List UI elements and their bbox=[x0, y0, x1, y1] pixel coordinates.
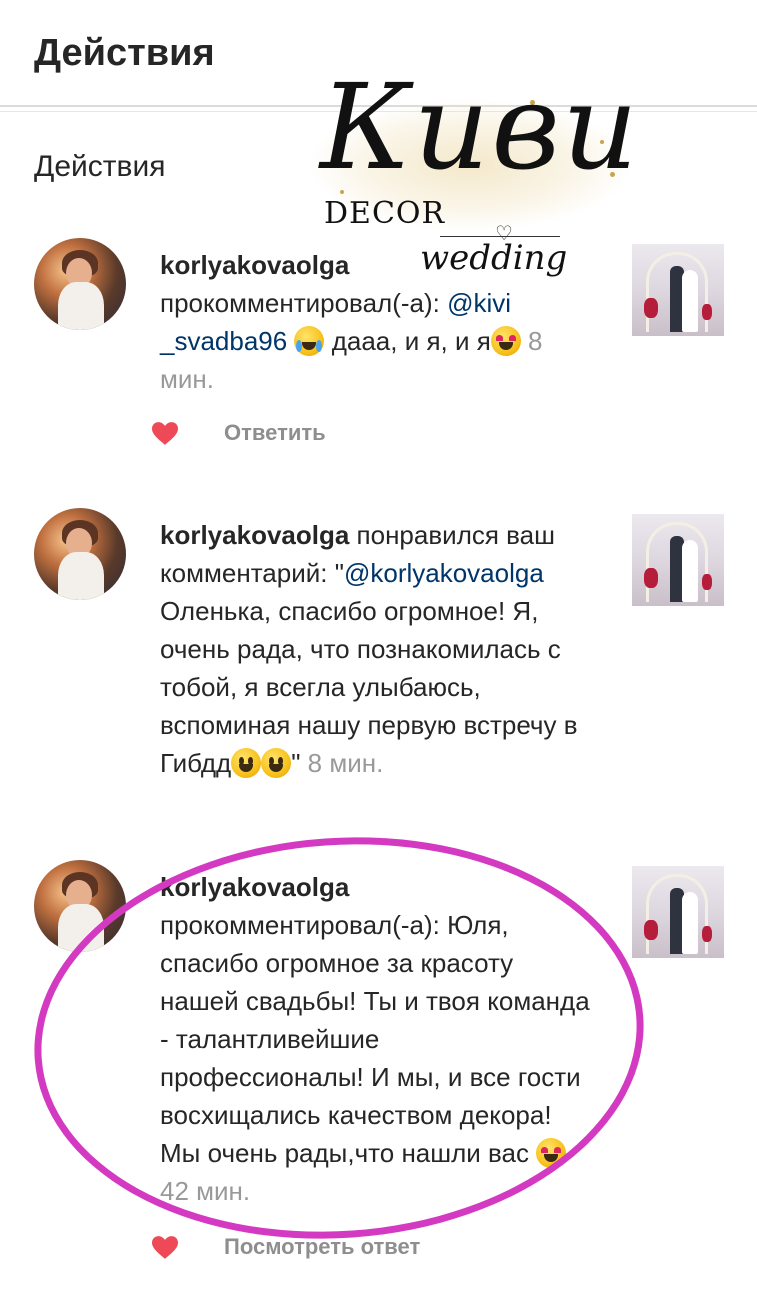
avatar-dress bbox=[58, 552, 104, 600]
heart-eyes-emoji-icon bbox=[490, 326, 521, 356]
post-thumbnail[interactable] bbox=[632, 866, 724, 958]
thumbnail-bride bbox=[682, 270, 698, 332]
notification-text: korlyakovaolga прокомментировал(-а): @ki… bbox=[160, 246, 590, 398]
grinning-emoji-icon bbox=[261, 748, 292, 778]
post-thumbnail[interactable] bbox=[632, 244, 724, 336]
notification-text-b: дааа, и я, и я bbox=[324, 326, 491, 356]
thumbnail-flowers bbox=[644, 298, 658, 318]
thumbnail-bride bbox=[682, 540, 698, 602]
avatar-dress bbox=[58, 282, 104, 330]
avatar[interactable] bbox=[34, 508, 126, 600]
notification-item[interactable]: korlyakovaolga прокомментировал(-а): @ki… bbox=[0, 238, 757, 458]
thumbnail-bride bbox=[682, 892, 698, 954]
reply-button[interactable]: Ответить bbox=[224, 420, 326, 446]
username-link[interactable]: korlyakovaolga bbox=[160, 250, 349, 280]
tears-of-joy-emoji-icon bbox=[294, 326, 325, 356]
thumbnail-flowers bbox=[702, 304, 712, 320]
timestamp: 8 мин. bbox=[300, 748, 384, 778]
post-thumbnail[interactable] bbox=[632, 514, 724, 606]
username-link[interactable]: korlyakovaolga bbox=[160, 520, 349, 550]
grinning-emoji-icon bbox=[231, 748, 262, 778]
comment-actions: Ответить bbox=[150, 416, 650, 456]
thumbnail-flowers bbox=[702, 926, 712, 942]
avatar[interactable] bbox=[34, 238, 126, 330]
thumbnail-flowers bbox=[702, 574, 712, 590]
logo-wordmark: Киви bbox=[320, 58, 640, 196]
notification-text-a bbox=[287, 326, 294, 356]
comment-actions: Посмотреть ответ bbox=[150, 1230, 650, 1270]
like-heart-icon[interactable] bbox=[152, 422, 178, 446]
page-title: Действия bbox=[34, 32, 215, 74]
mention-link[interactable]: @korlyakovaolga bbox=[344, 558, 544, 588]
like-heart-icon[interactable] bbox=[152, 1236, 178, 1260]
thumbnail-flowers bbox=[644, 920, 658, 940]
logo-decor-text: DECOR bbox=[324, 196, 446, 231]
notification-pre-text: прокомментировал(-а): bbox=[160, 288, 448, 318]
notification-item[interactable]: korlyakovaolga понравился ваш комментари… bbox=[0, 508, 757, 828]
section-title: Действия bbox=[34, 150, 166, 183]
notification-text: korlyakovaolga понравился ваш комментари… bbox=[160, 516, 590, 782]
thumbnail-flowers bbox=[644, 568, 658, 588]
